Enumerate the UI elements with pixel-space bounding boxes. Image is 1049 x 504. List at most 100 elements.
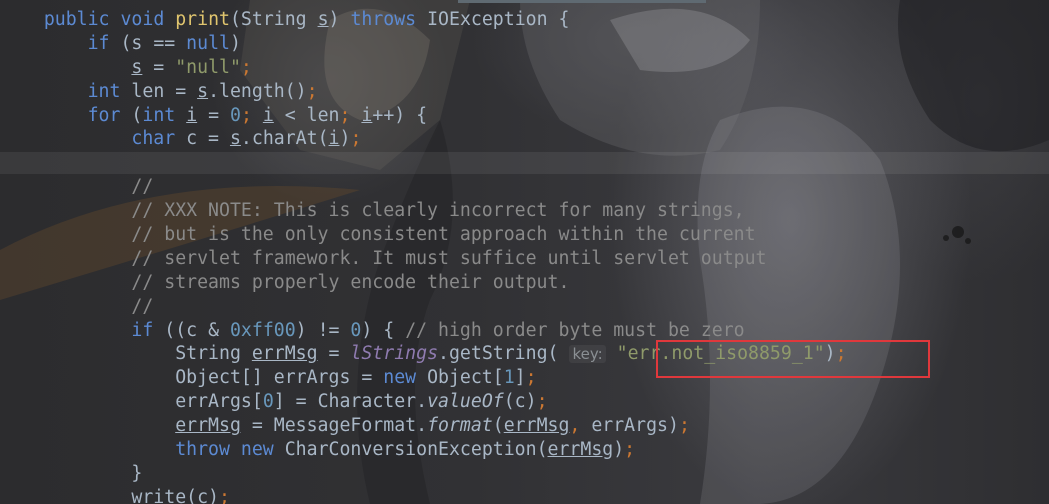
code-token: < len: [273, 104, 340, 126]
code-token: ,: [569, 415, 592, 437]
code-token: i: [361, 104, 373, 126]
code-line[interactable]: throw new CharConversionException(errMsg…: [0, 438, 847, 462]
code-token: errMsg: [175, 415, 241, 437]
code-line[interactable]: char c = s.charAt(i);: [0, 127, 847, 151]
code-token: (c): [503, 391, 537, 413]
code-token: (String: [229, 9, 318, 30]
code-line[interactable]: // streams properly encode their output.: [0, 271, 847, 295]
code-token: Object[] errArgs =: [175, 367, 384, 389]
code-token: ): [328, 9, 351, 30]
code-line[interactable]: errMsg = MessageFormat.format(errMsg, er…: [0, 414, 847, 438]
code-line[interactable]: //: [0, 175, 847, 199]
code-token: write(c): [131, 486, 220, 504]
code-token: .getString(: [438, 343, 570, 365]
code-token: null: [186, 32, 230, 54]
code-token: ]: [514, 367, 526, 389]
code-area[interactable]: public void print(String s) throws IOExc…: [0, 8, 847, 504]
code-token: s: [317, 9, 329, 30]
code-token: ;: [624, 439, 636, 461]
code-line[interactable]: write(c);: [0, 486, 847, 504]
code-line[interactable]: // servlet framework. It must suffice un…: [0, 247, 847, 271]
code-line[interactable]: //: [0, 295, 847, 319]
code-token: ): [229, 32, 241, 54]
code-token: ] = Character.: [273, 391, 428, 413]
code-line[interactable]: s = "null";: [0, 56, 847, 80]
code-comment: //: [131, 176, 154, 198]
code-token: throw: [175, 439, 241, 461]
code-token: ;: [678, 415, 690, 437]
code-token: char: [131, 128, 187, 150]
tab-scroll-indicator: [458, 0, 706, 3]
annotation-highlight-box: [656, 340, 930, 378]
code-comment: // XXX NOTE: This is clearly incorrect f…: [131, 200, 745, 222]
code-token: errMsg: [547, 439, 614, 461]
code-token: void: [120, 9, 176, 30]
code-line[interactable]: for (int i = 0; i < len; i++) {: [0, 104, 847, 128]
code-line[interactable]: errArgs[0] = Character.valueOf(c);: [0, 390, 847, 414]
code-token: ): [339, 128, 351, 150]
code-token: public: [43, 9, 121, 30]
code-line[interactable]: // but is the only consistent approach w…: [0, 223, 847, 247]
code-token: new: [383, 367, 428, 389]
code-token: ;: [350, 128, 362, 150]
code-token: ): [613, 439, 625, 461]
code-token: i: [186, 104, 198, 126]
code-token: ++) {: [372, 104, 428, 126]
code-token: errArgs[: [175, 391, 263, 413]
code-line[interactable]: if (s == null): [0, 32, 847, 56]
code-token: 0xff00: [229, 319, 296, 341]
code-token: s: [131, 56, 143, 78]
code-token: Object[: [427, 367, 504, 389]
code-comment: // servlet framework. It must suffice un…: [131, 247, 767, 269]
code-token: int: [87, 80, 132, 102]
code-line[interactable]: public void print(String s) throws IOExc…: [0, 8, 847, 32]
code-token: CharConversionException(: [284, 439, 548, 461]
parameter-hint: key:: [569, 345, 606, 364]
code-token: ;: [240, 56, 252, 78]
code-token: =: [197, 104, 230, 126]
code-token: ;: [240, 104, 263, 126]
code-token: 0: [350, 319, 362, 341]
code-token: throws: [350, 9, 428, 30]
code-token: ;: [536, 391, 548, 413]
code-comment: //: [131, 295, 154, 317]
code-token: errArgs): [591, 415, 679, 437]
code-token: (: [492, 415, 504, 437]
code-token: "null": [175, 56, 241, 78]
code-token: len =: [131, 80, 198, 102]
code-editor[interactable]: public void print(String s) throws IOExc…: [0, 0, 1049, 504]
code-token: valueOf: [427, 391, 504, 413]
code-token: 0: [230, 104, 241, 126]
code-token: ;: [339, 104, 362, 126]
code-token: String: [175, 343, 252, 365]
code-token: s: [229, 128, 241, 150]
code-comment: // high order byte must be zero: [405, 319, 745, 341]
code-token: ;: [219, 486, 230, 504]
code-token: 1: [503, 367, 515, 389]
code-comment: // streams properly encode their output.: [131, 271, 570, 293]
code-token: new: [240, 439, 285, 461]
code-token: c =: [186, 128, 230, 150]
code-token: i: [262, 104, 274, 126]
code-line[interactable]: int len = s.length();: [0, 80, 847, 104]
code-comment: // but is the only consistent approach w…: [131, 224, 756, 246]
code-token: errMsg: [503, 415, 570, 437]
code-line[interactable]: }: [0, 462, 847, 486]
code-token: ((c &: [164, 319, 230, 341]
code-token: print: [175, 9, 230, 30]
code-token: .charAt(: [240, 128, 329, 150]
code-line[interactable]: // XXX NOTE: This is clearly incorrect f…: [0, 199, 847, 223]
code-token: if: [87, 32, 121, 54]
code-token: (: [131, 104, 143, 126]
code-line[interactable]: [0, 151, 847, 175]
code-token: for: [87, 104, 132, 126]
code-line[interactable]: if ((c & 0xff00) != 0) { // high order b…: [0, 319, 847, 343]
code-token: ) {: [361, 319, 406, 341]
code-token: int: [142, 104, 187, 126]
code-token: ;: [525, 367, 537, 389]
code-token: .length(): [208, 80, 307, 102]
code-token: if: [131, 319, 165, 341]
code-token: =: [317, 343, 351, 365]
code-token: = MessageFormat.: [240, 415, 428, 437]
